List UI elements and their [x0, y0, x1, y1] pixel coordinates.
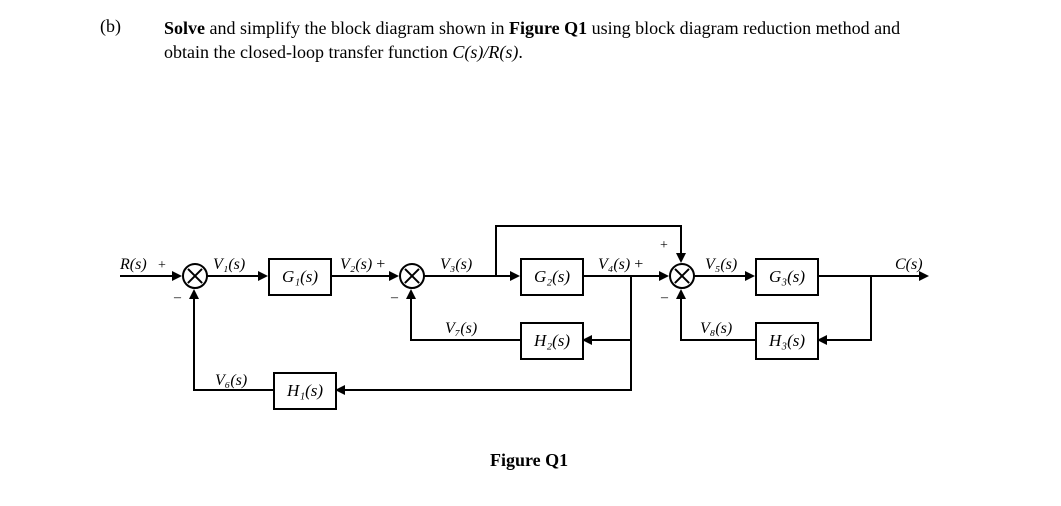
- wire-g2-sum3: [582, 275, 662, 277]
- sum-node-1: [182, 263, 208, 289]
- question-text: Solve and simplify the block diagram sho…: [164, 16, 934, 65]
- sum2-minus: –: [391, 290, 398, 306]
- wire-g1-sum2: [330, 275, 392, 277]
- block-g2: G₂(s): [520, 258, 584, 296]
- arrow-h3-into-sum3: [676, 289, 686, 299]
- wire-h1-up: [193, 297, 195, 391]
- question-text-mid1: and simplify the block diagram shown in: [205, 18, 509, 38]
- signal-v5: V₅(s): [705, 256, 737, 274]
- block-h1: H₁(s): [273, 372, 337, 410]
- signal-v1: V₁(s): [213, 256, 245, 274]
- sum-node-3: [669, 263, 695, 289]
- wire-ff-up: [495, 225, 497, 275]
- sum1-minus: –: [174, 290, 181, 306]
- question-text-fig: Figure Q1: [509, 18, 587, 38]
- wire-sum3-g3: [693, 275, 748, 277]
- wire-pickoff-v4-down: [630, 276, 632, 391]
- arrow-sum2-g2: [510, 271, 520, 281]
- signal-v2: V₂(s) +: [340, 256, 385, 274]
- signal-v2-text: V₂(s): [340, 256, 372, 273]
- question-label: (b): [100, 16, 121, 37]
- sum3-plus-top: +: [660, 238, 668, 254]
- block-h2: H₂(s): [520, 322, 584, 360]
- block-g3: G₃(s): [755, 258, 819, 296]
- wire-ff-down: [680, 225, 682, 255]
- signal-v6: V₆(s): [215, 372, 247, 390]
- sum-node-2: [399, 263, 425, 289]
- signal-v3: V₃(s): [440, 256, 472, 274]
- wire-h2-up: [410, 297, 412, 341]
- figure-caption: Figure Q1: [490, 450, 568, 471]
- sum1-plus: +: [158, 258, 166, 274]
- arrow-g2-sum3: [659, 271, 669, 281]
- arrow-r-to-sum1: [172, 271, 182, 281]
- wire-h3-up: [680, 297, 682, 341]
- signal-rs: R(s): [120, 256, 147, 274]
- question-text-tf: C(s)/R(s): [452, 42, 518, 62]
- arrow-g1-sum2: [389, 271, 399, 281]
- question-text-lead: Solve: [164, 18, 205, 38]
- signal-v4-text: V₄(s): [598, 256, 630, 273]
- sum2-plus: +: [376, 256, 385, 273]
- wire-sum1-g1: [206, 275, 261, 277]
- wire-h2-out: [411, 339, 520, 341]
- wire-h1-out: [194, 389, 273, 391]
- wire-sum2-g2: [423, 275, 513, 277]
- arrow-sum3-g3: [745, 271, 755, 281]
- wire-r-to-sum1: [120, 275, 175, 277]
- arrow-sum1-g1: [258, 271, 268, 281]
- arrow-ff-into-sum3: [676, 253, 686, 263]
- signal-v7: V₇(s): [445, 320, 477, 338]
- sum3-plus-left: +: [634, 256, 643, 273]
- block-g1: G₁(s): [268, 258, 332, 296]
- wire-ff-across: [495, 225, 682, 227]
- wire-h3-down: [870, 276, 872, 341]
- signal-cs: C(s): [895, 256, 923, 274]
- arrow-h2-into-sum2: [406, 289, 416, 299]
- sum3-minus: –: [661, 290, 668, 306]
- signal-v8: V₈(s): [700, 320, 732, 338]
- arrow-h1-into-sum1: [189, 289, 199, 299]
- question-text-end: .: [518, 42, 523, 62]
- signal-v4: V₄(s) +: [598, 256, 643, 274]
- wire-h1-in: [335, 389, 632, 391]
- wire-h3-out: [681, 339, 755, 341]
- block-h3: H₃(s): [755, 322, 819, 360]
